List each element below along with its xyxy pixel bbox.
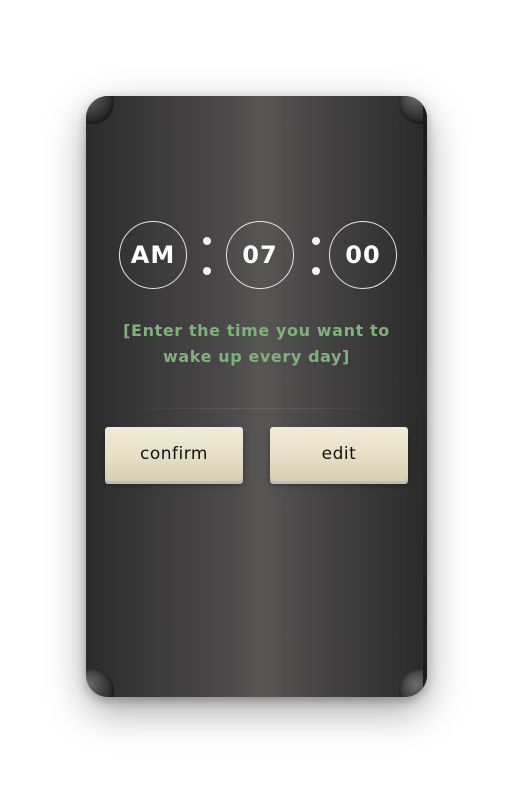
time-separator-colon	[312, 237, 320, 275]
corner-bolt-top-left	[86, 96, 114, 124]
corner-bolt-top-right	[399, 96, 427, 124]
corner-bolt-bottom-left	[86, 669, 114, 697]
colon-dot	[312, 237, 320, 245]
divider	[126, 408, 387, 409]
hour-selector[interactable]: 07	[226, 221, 294, 289]
colon-dot	[312, 267, 320, 275]
colon-dot	[203, 267, 211, 275]
colon-dot	[203, 237, 211, 245]
minute-selector[interactable]: 00	[329, 221, 397, 289]
am-pm-selector[interactable]: AM	[119, 221, 187, 289]
wake-time-instruction: [Enter the time you want to wake up ever…	[123, 321, 390, 366]
time-separator-colon	[203, 237, 211, 275]
alarm-setup-panel: AM 07 00 [Enter the time you want to wak…	[86, 96, 427, 697]
edit-button[interactable]: edit	[270, 427, 408, 481]
corner-bolt-bottom-right	[399, 669, 427, 697]
confirm-button[interactable]: confirm	[105, 427, 243, 481]
